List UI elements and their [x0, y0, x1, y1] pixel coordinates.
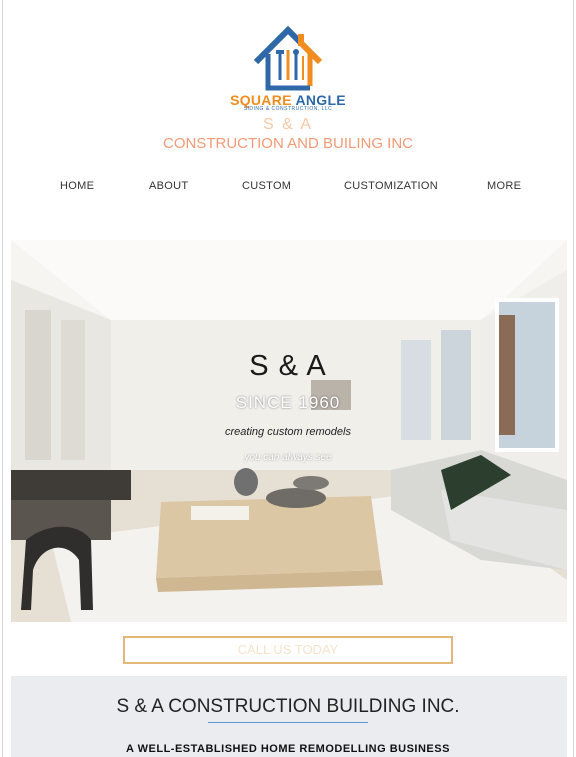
nav-home[interactable]: HOME	[60, 180, 94, 192]
nav-custom[interactable]: CUSTOM	[242, 180, 291, 192]
site-short-name: S & A	[262, 116, 314, 133]
section-title: S & A CONSTRUCTION BUILDING INC.	[116, 696, 460, 717]
brand-tagline: SIDING & CONSTRUCTION, LLC	[243, 106, 333, 112]
section-divider	[208, 722, 368, 723]
nav-more[interactable]: MORE	[487, 180, 521, 192]
nav-about[interactable]: ABOUT	[149, 180, 188, 192]
site-company-name: CONSTRUCTION AND BUILING INC	[162, 135, 414, 152]
call-us-button[interactable]: CALL US TODAY	[123, 636, 453, 664]
hero-title: S & A	[249, 350, 327, 382]
hero-since: SINCE 1960	[235, 393, 341, 412]
hero-subtitle: creating custom remodels	[225, 426, 351, 438]
nav-customization[interactable]: CUSTOMIZATION	[344, 180, 438, 192]
section-subtitle: A WELL-ESTABLISHED HOME REMODELLING BUSI…	[126, 743, 450, 755]
hero-subtitle-2: you can always see	[244, 452, 332, 463]
